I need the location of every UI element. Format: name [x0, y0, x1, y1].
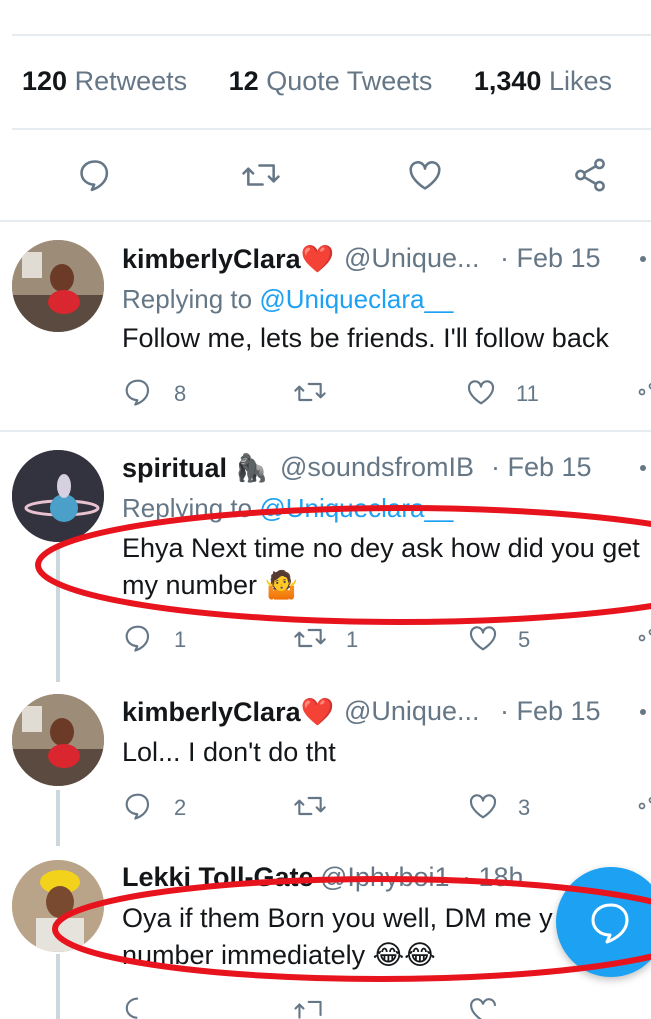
- annotation-circle: [52, 876, 651, 982]
- annotation-overlay: [35, 505, 651, 982]
- annotation-circle: [35, 505, 651, 625]
